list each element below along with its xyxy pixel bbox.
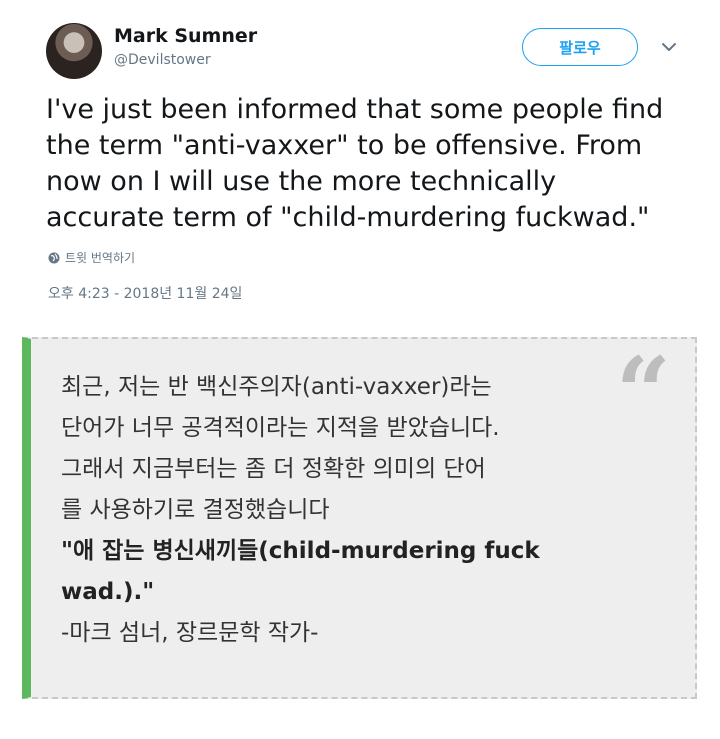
quote-line: 그래서 지금부터는 좀 더 정확한 의미의 단어 bbox=[61, 456, 486, 482]
translation-quote-box: “ 최근, 저는 반 백신주의자(anti-vaxxer)라는단어가 너무 공격… bbox=[22, 337, 697, 699]
tweet-line: now on I will use the more technically bbox=[46, 166, 557, 197]
quote-line: wad.)." bbox=[61, 579, 155, 605]
quote-line: -마크 섬너, 장르문학 작가- bbox=[61, 620, 319, 646]
tweet-timestamp[interactable]: 오후 4:23 - 2018년 11월 24일 bbox=[48, 283, 242, 303]
tweet-line: accurate term of "child-murdering fuckwa… bbox=[46, 202, 650, 233]
tweet-line: I've just been informed that some people… bbox=[46, 94, 664, 125]
translate-label[interactable]: 트윗 번역하기 bbox=[65, 249, 135, 266]
quote-line: "애 잡는 병신새끼들(child-murdering fuck bbox=[61, 538, 540, 564]
quote-mark-icon: “ bbox=[615, 336, 671, 449]
globe-icon bbox=[48, 252, 60, 263]
translate-tweet-link[interactable]: 트윗 번역하기 bbox=[48, 249, 135, 266]
quote-line: 를 사용하기로 결정했습니다 bbox=[61, 497, 330, 523]
user-handle[interactable]: @Devilstower bbox=[114, 52, 211, 68]
quote-text: 최근, 저는 반 백신주의자(anti-vaxxer)라는단어가 너무 공격적이… bbox=[61, 367, 621, 654]
user-name[interactable]: Mark Sumner bbox=[114, 25, 257, 47]
avatar[interactable] bbox=[46, 23, 102, 79]
tweet-line: the term "anti-vaxxer" to be offensive. … bbox=[46, 130, 643, 161]
tweet-text: I've just been informed that some people… bbox=[46, 92, 696, 236]
follow-button[interactable]: 팔로우 bbox=[522, 28, 638, 66]
quote-line: 최근, 저는 반 백신주의자(anti-vaxxer)라는 bbox=[61, 374, 492, 400]
chevron-down-icon[interactable] bbox=[660, 38, 678, 56]
quote-line: 단어가 너무 공격적이라는 지적을 받았습니다. bbox=[61, 415, 500, 441]
